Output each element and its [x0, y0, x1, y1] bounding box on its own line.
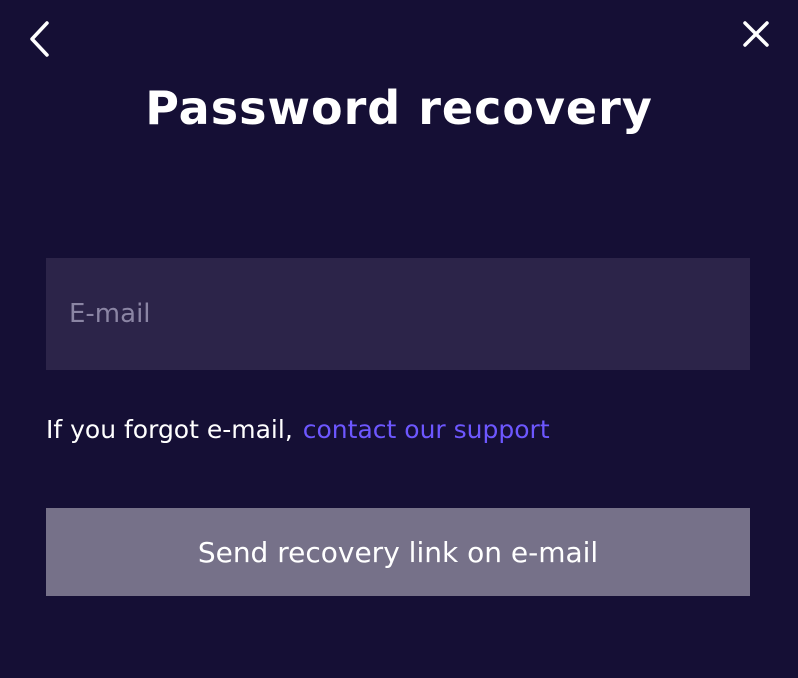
contact-support-link[interactable]: contact our support	[303, 415, 550, 444]
close-button[interactable]	[736, 16, 776, 56]
help-text: If you forgot e-mail,	[46, 415, 293, 444]
support-help-line: If you forgot e-mail, contact our support	[46, 410, 550, 450]
back-button[interactable]	[22, 20, 56, 62]
email-field[interactable]	[46, 258, 750, 370]
send-recovery-link-button[interactable]: Send recovery link on e-mail	[46, 508, 750, 596]
page-title: Password recovery	[145, 81, 653, 135]
chevron-left-icon	[27, 20, 51, 62]
close-icon	[742, 20, 770, 52]
